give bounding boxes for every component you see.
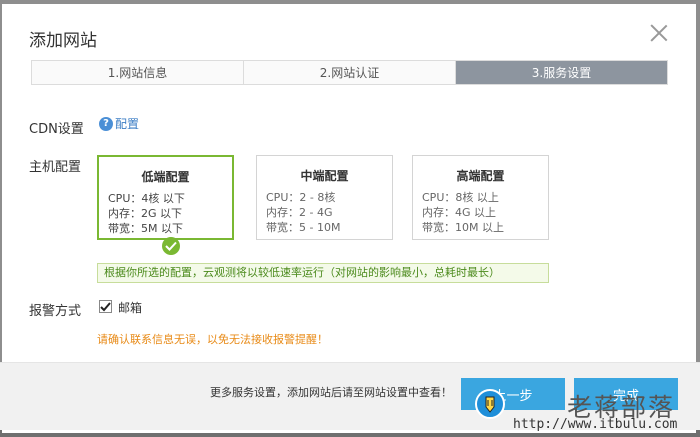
selected-check-icon — [162, 237, 180, 255]
card-memory: 内存：4G 以上 — [422, 206, 497, 219]
config-card-mid[interactable]: 中端配置 CPU：2 - 8核 内存：2 - 4G 带宽：5 - 10M — [256, 155, 393, 240]
alarm-label: 报警方式 — [29, 304, 82, 319]
card-cpu: CPU：2 - 8核 — [266, 191, 336, 204]
card-title: 高端配置 — [456, 169, 505, 183]
card-title: 低端配置 — [141, 170, 190, 184]
card-cpu: CPU：4核 以下 — [108, 192, 185, 205]
host-config-label: 主机配置 — [29, 160, 82, 175]
alarm-warning: 请确认联系信息无误，以免无法接收报警提醒！ — [97, 333, 328, 346]
config-hint: 根据你所选的配置，云观测将以较低速率运行（对网站的影响最小，总耗时最长） — [97, 263, 549, 283]
cdn-config-label: 配置 — [115, 117, 140, 131]
step-website-verify[interactable]: 2.网站认证 — [244, 61, 456, 84]
card-bandwidth: 带宽：5M 以下 — [108, 222, 183, 235]
cdn-config-link[interactable]: ? 配置 — [99, 115, 139, 132]
step-service-settings[interactable]: 3.服务设置 — [456, 61, 667, 84]
card-memory: 内存：2 - 4G — [266, 206, 333, 219]
card-title: 中端配置 — [300, 169, 349, 183]
footer-note: 更多服务设置，添加网站后请至网站设置中查看！ — [210, 386, 452, 399]
step-website-info[interactable]: 1.网站信息 — [32, 61, 244, 84]
config-card-high[interactable]: 高端配置 CPU：8核 以上 内存：4G 以上 带宽：10M 以上 — [412, 155, 549, 240]
step-progress: 1.网站信息 2.网站认证 3.服务设置 — [31, 60, 668, 85]
email-checkbox[interactable] — [99, 300, 112, 313]
cdn-label: CDN设置 — [29, 122, 84, 137]
card-bandwidth: 带宽：10M 以上 — [422, 221, 504, 234]
pencil-logo-icon — [475, 389, 505, 419]
email-option-label: 邮箱 — [118, 301, 143, 315]
watermark-url: http://www.itbulu.com — [513, 417, 678, 432]
card-memory: 内存：2G 以下 — [108, 207, 183, 220]
config-card-low[interactable]: 低端配置 CPU：4核 以下 内存：2G 以下 带宽：5M 以下 — [97, 155, 234, 240]
dialog-title: 添加网站 — [29, 31, 97, 51]
card-cpu: CPU：8核 以上 — [422, 191, 499, 204]
close-icon[interactable] — [650, 24, 668, 42]
card-bandwidth: 带宽：5 - 10M — [266, 221, 341, 234]
question-circle-icon: ? — [99, 116, 113, 131]
